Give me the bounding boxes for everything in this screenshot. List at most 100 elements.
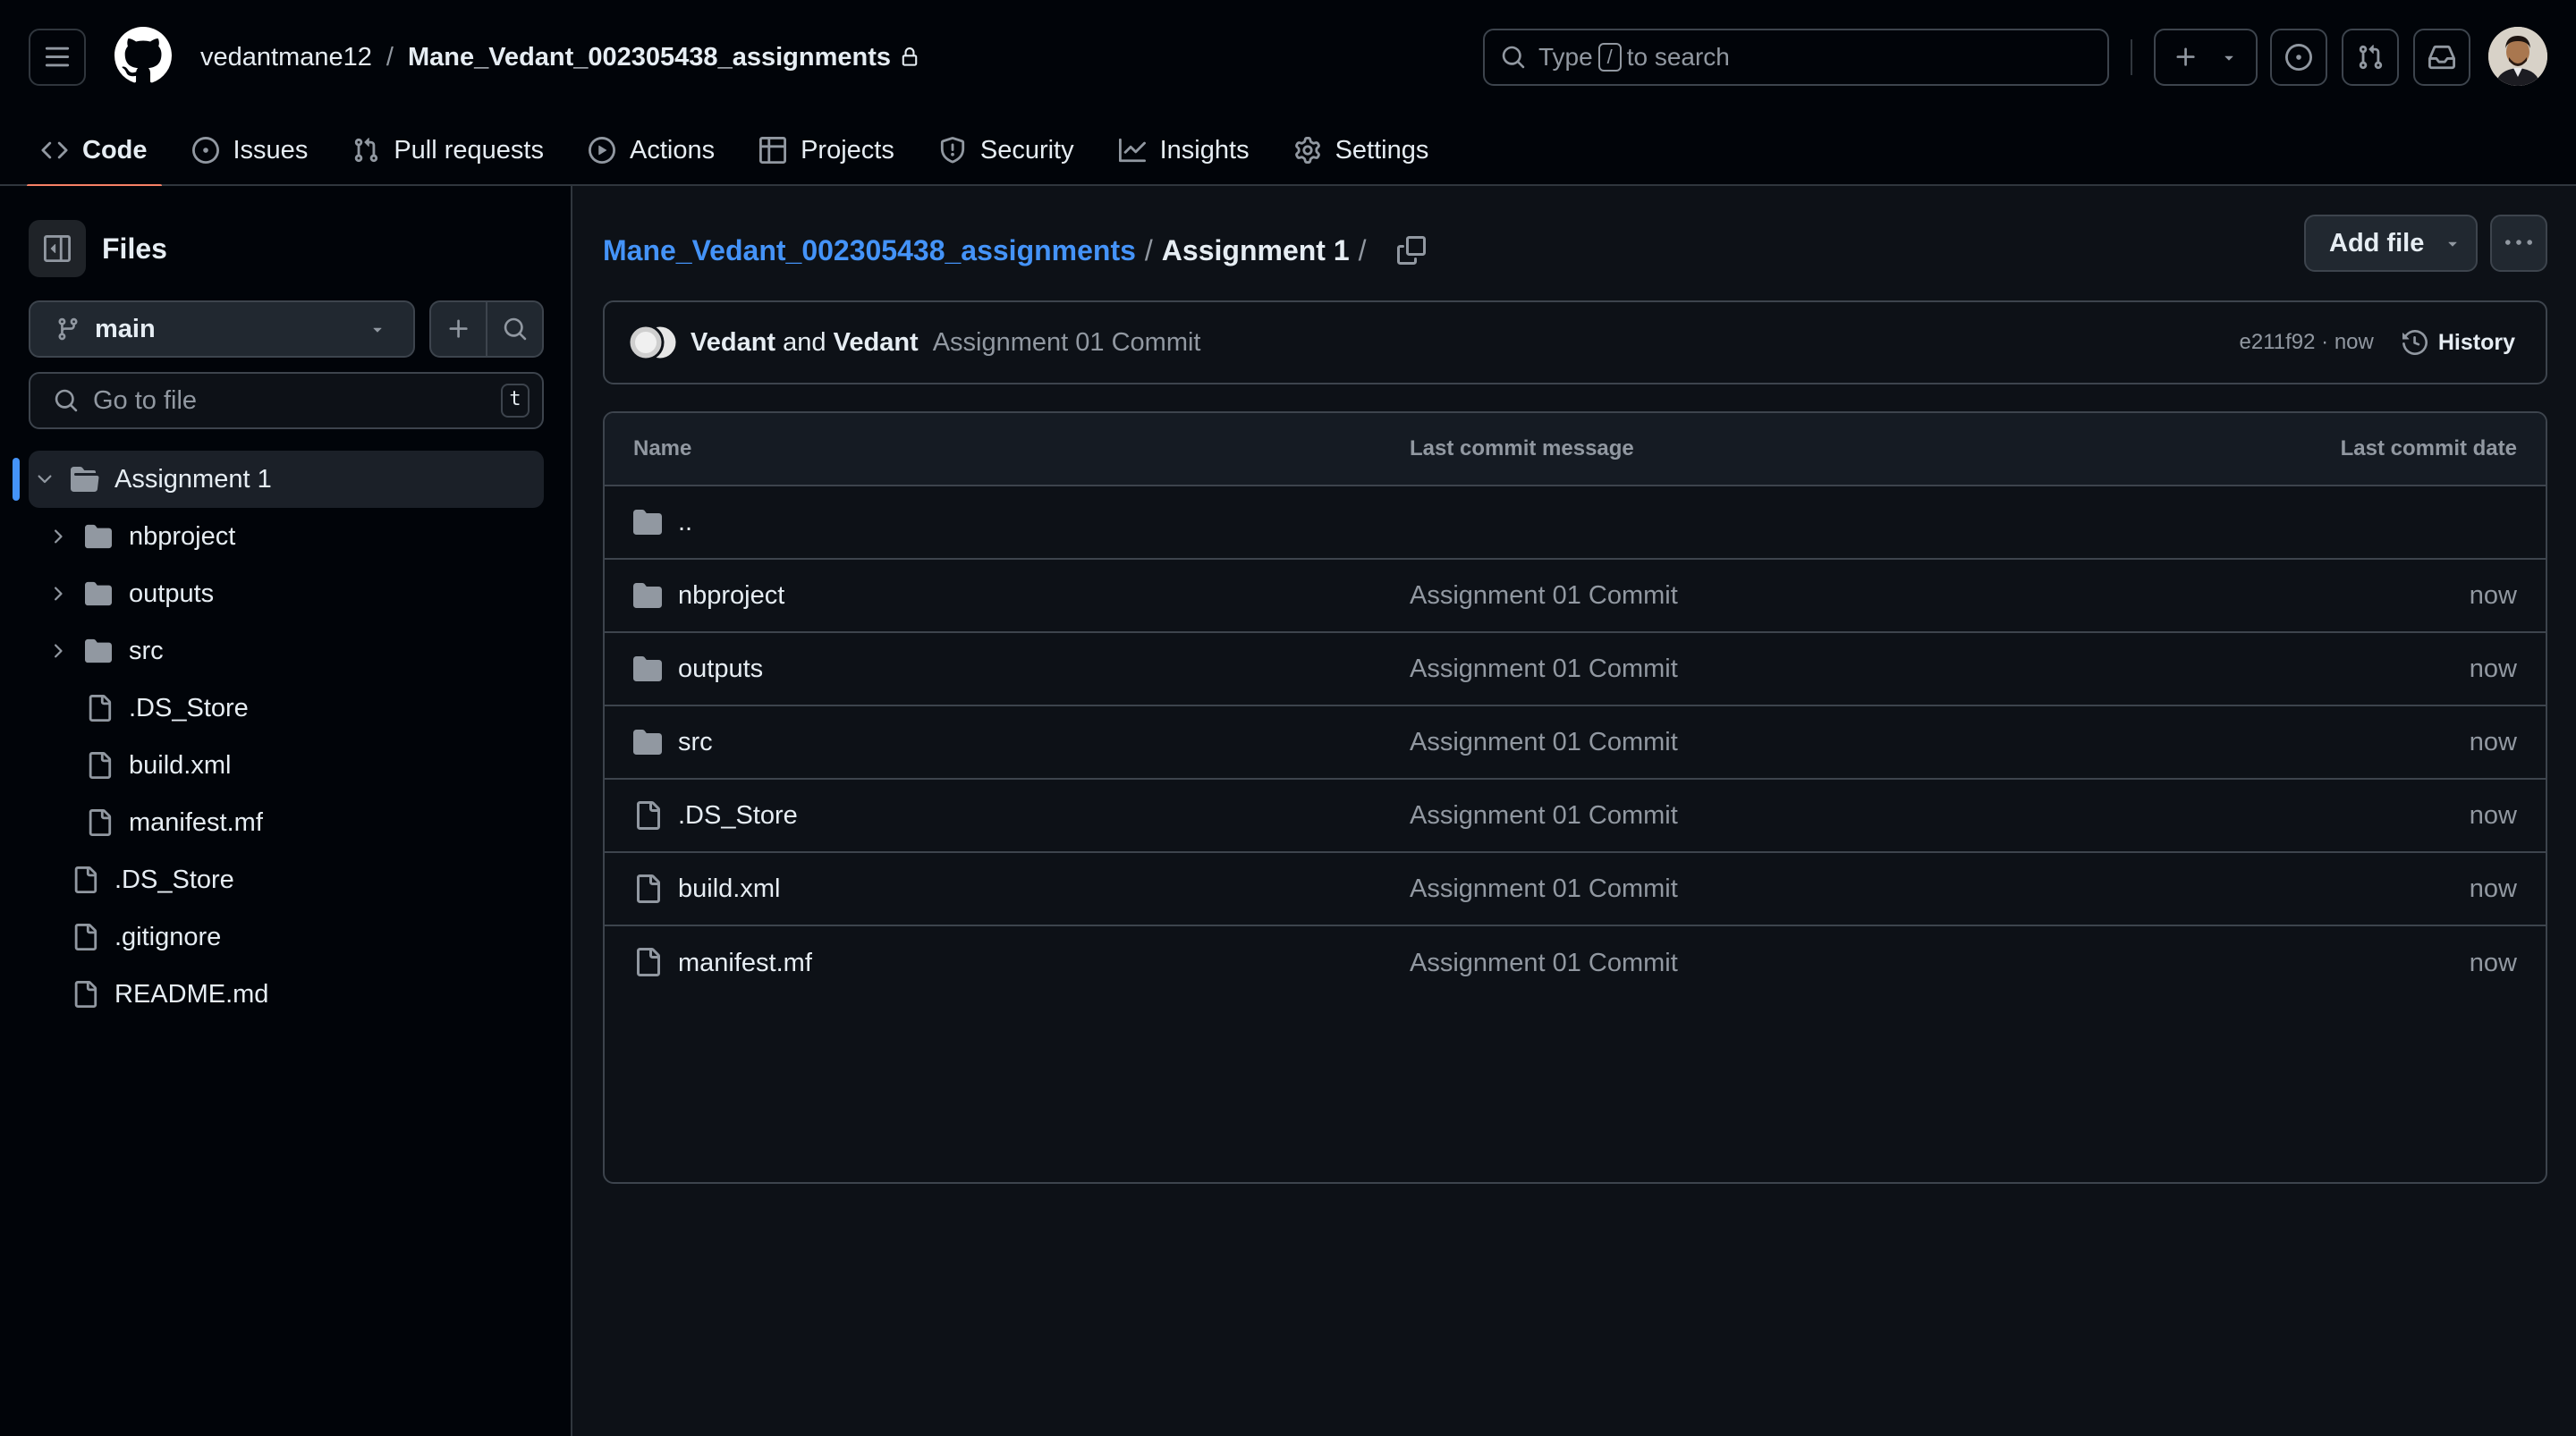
tree-item-label: build.xml xyxy=(129,750,232,780)
add-file-button[interactable]: Add file xyxy=(2304,215,2478,272)
repo-nav: Code Issues Pull requests Actions Projec… xyxy=(27,114,1459,188)
table-row[interactable]: build.xml Assignment 01 Commit now xyxy=(605,853,2546,926)
add-file-label: Add file xyxy=(2329,228,2425,258)
row-name[interactable]: .. xyxy=(678,508,692,537)
go-to-file-input[interactable]: Go to file t xyxy=(29,372,544,429)
hamburger-icon xyxy=(44,44,71,71)
tab-security-label: Security xyxy=(979,135,1074,165)
menu-button[interactable] xyxy=(29,29,86,86)
owner-link[interactable]: vedantmane12 xyxy=(200,43,372,72)
tab-settings[interactable]: Settings xyxy=(1280,114,1444,186)
tree-item-manifest-mf[interactable]: manifest.mf xyxy=(0,794,572,851)
pull-requests-button[interactable] xyxy=(2342,29,2399,86)
tab-security[interactable]: Security xyxy=(925,114,1089,186)
chevron-right-icon xyxy=(47,526,68,547)
git-pull-request-icon xyxy=(2357,44,2384,71)
tree-item-label: outputs xyxy=(129,579,215,608)
row-commit-message[interactable]: Assignment 01 Commit xyxy=(1410,728,1678,757)
tree-item-label: .DS_Store xyxy=(114,865,234,894)
tree-item-gitignore[interactable]: .gitignore xyxy=(0,908,572,966)
folder-icon xyxy=(633,655,662,683)
triangle-down-icon xyxy=(369,320,386,338)
commit-message[interactable]: Assignment 01 Commit xyxy=(933,328,1201,358)
row-name[interactable]: manifest.mf xyxy=(678,949,812,978)
tree-item-ds-store-nested[interactable]: .DS_Store xyxy=(0,680,572,737)
col-name: Name xyxy=(633,436,692,460)
row-commit-message[interactable]: Assignment 01 Commit xyxy=(1410,949,1678,978)
commit-author-1[interactable]: Vedant xyxy=(691,328,775,357)
search-input[interactable]: Type / to search xyxy=(1483,29,2109,86)
more-options-button[interactable] xyxy=(2490,215,2547,272)
row-name[interactable]: src xyxy=(678,728,713,757)
tab-insights[interactable]: Insights xyxy=(1105,114,1264,186)
path-repo-link[interactable]: Mane_Vedant_002305438_assignments xyxy=(603,234,1136,267)
search-files-button[interactable] xyxy=(487,302,542,356)
commit-authors-and: and xyxy=(783,327,826,357)
table-row[interactable]: outputs Assignment 01 Commit now xyxy=(605,633,2546,706)
user-avatar[interactable] xyxy=(2488,27,2547,86)
branch-selector[interactable]: main xyxy=(29,300,415,358)
tab-actions-label: Actions xyxy=(629,135,716,165)
row-commit-date: now xyxy=(2469,874,2517,903)
tree-item-readme[interactable]: README.md xyxy=(0,966,572,1023)
table-row[interactable]: manifest.mf Assignment 01 Commit now xyxy=(605,926,2546,1000)
row-name[interactable]: build.xml xyxy=(678,874,780,904)
table-row[interactable]: nbproject Assignment 01 Commit now xyxy=(605,560,2546,633)
add-file-sidebar-button[interactable] xyxy=(431,302,487,356)
tree-item-build-xml[interactable]: build.xml xyxy=(0,737,572,794)
commit-author-2[interactable]: Vedant xyxy=(834,328,919,357)
go-to-file-shortcut: t xyxy=(501,384,530,418)
table-row[interactable]: .DS_Store Assignment 01 Commit now xyxy=(605,780,2546,853)
row-commit-date: now xyxy=(2469,654,2517,683)
tab-projects[interactable]: Projects xyxy=(745,114,909,186)
repo-link[interactable]: Mane_Vedant_002305438_assignments xyxy=(408,43,891,72)
file-icon xyxy=(72,866,98,894)
create-new-button[interactable] xyxy=(2154,29,2258,86)
file-table: Name Last commit message Last commit dat… xyxy=(603,411,2547,1184)
row-commit-message[interactable]: Assignment 01 Commit xyxy=(1410,581,1678,611)
row-name[interactable]: nbproject xyxy=(678,581,784,611)
issues-button[interactable] xyxy=(2270,29,2327,86)
history-button[interactable]: History xyxy=(2402,330,2515,356)
chevron-down-icon xyxy=(34,469,55,490)
row-commit-message[interactable]: Assignment 01 Commit xyxy=(1410,655,1678,684)
row-name[interactable]: outputs xyxy=(678,655,763,684)
tree-item-outputs[interactable]: outputs xyxy=(0,565,572,622)
latest-commit-bar: Vedant and Vedant Assignment 01 Commit e… xyxy=(603,300,2547,384)
tab-actions[interactable]: Actions xyxy=(574,114,729,186)
search-prefix: Type xyxy=(1538,43,1593,71)
shield-icon xyxy=(939,137,966,164)
tab-issues-label: Issues xyxy=(233,135,309,165)
tree-item-nbproject[interactable]: nbproject xyxy=(0,508,572,565)
tab-projects-label: Projects xyxy=(801,135,894,165)
repo-breadcrumb: vedantmane12 / Mane_Vedant_002305438_ass… xyxy=(200,39,919,75)
commit-authors[interactable]: Vedant and Vedant xyxy=(691,328,919,358)
inbox-button[interactable] xyxy=(2413,29,2470,86)
col-date: Last commit date xyxy=(2340,436,2517,460)
folder-icon xyxy=(633,508,662,536)
tab-code[interactable]: Code xyxy=(27,114,162,188)
tree-item-src[interactable]: src xyxy=(0,622,572,680)
commit-author-avatars[interactable] xyxy=(626,323,680,362)
tab-pull-requests[interactable]: Pull requests xyxy=(338,114,558,186)
folder-icon xyxy=(84,523,113,550)
github-logo-icon[interactable] xyxy=(114,27,172,84)
tab-code-label: Code xyxy=(82,135,148,165)
row-commit-message[interactable]: Assignment 01 Commit xyxy=(1410,801,1678,831)
tree-item-assignment-1[interactable]: Assignment 1 xyxy=(29,451,544,508)
tree-item-ds-store[interactable]: .DS_Store xyxy=(0,851,572,908)
tab-issues[interactable]: Issues xyxy=(178,114,323,186)
search-shortcut-key: / xyxy=(1597,43,1622,72)
table-row[interactable]: src Assignment 01 Commit now xyxy=(605,706,2546,780)
tree-item-label: .DS_Store xyxy=(129,693,249,722)
copy-icon[interactable] xyxy=(1396,236,1426,265)
table-row-parent-dir[interactable]: .. xyxy=(605,486,2546,560)
git-branch-icon xyxy=(55,317,80,342)
folder-icon xyxy=(84,580,113,607)
collapse-sidebar-button[interactable] xyxy=(29,220,86,277)
history-label: History xyxy=(2437,329,2515,355)
graph-icon xyxy=(1118,137,1146,164)
commit-hash-time[interactable]: e211f92 · now xyxy=(2240,330,2374,355)
row-name[interactable]: .DS_Store xyxy=(678,801,798,831)
row-commit-message[interactable]: Assignment 01 Commit xyxy=(1410,874,1678,904)
